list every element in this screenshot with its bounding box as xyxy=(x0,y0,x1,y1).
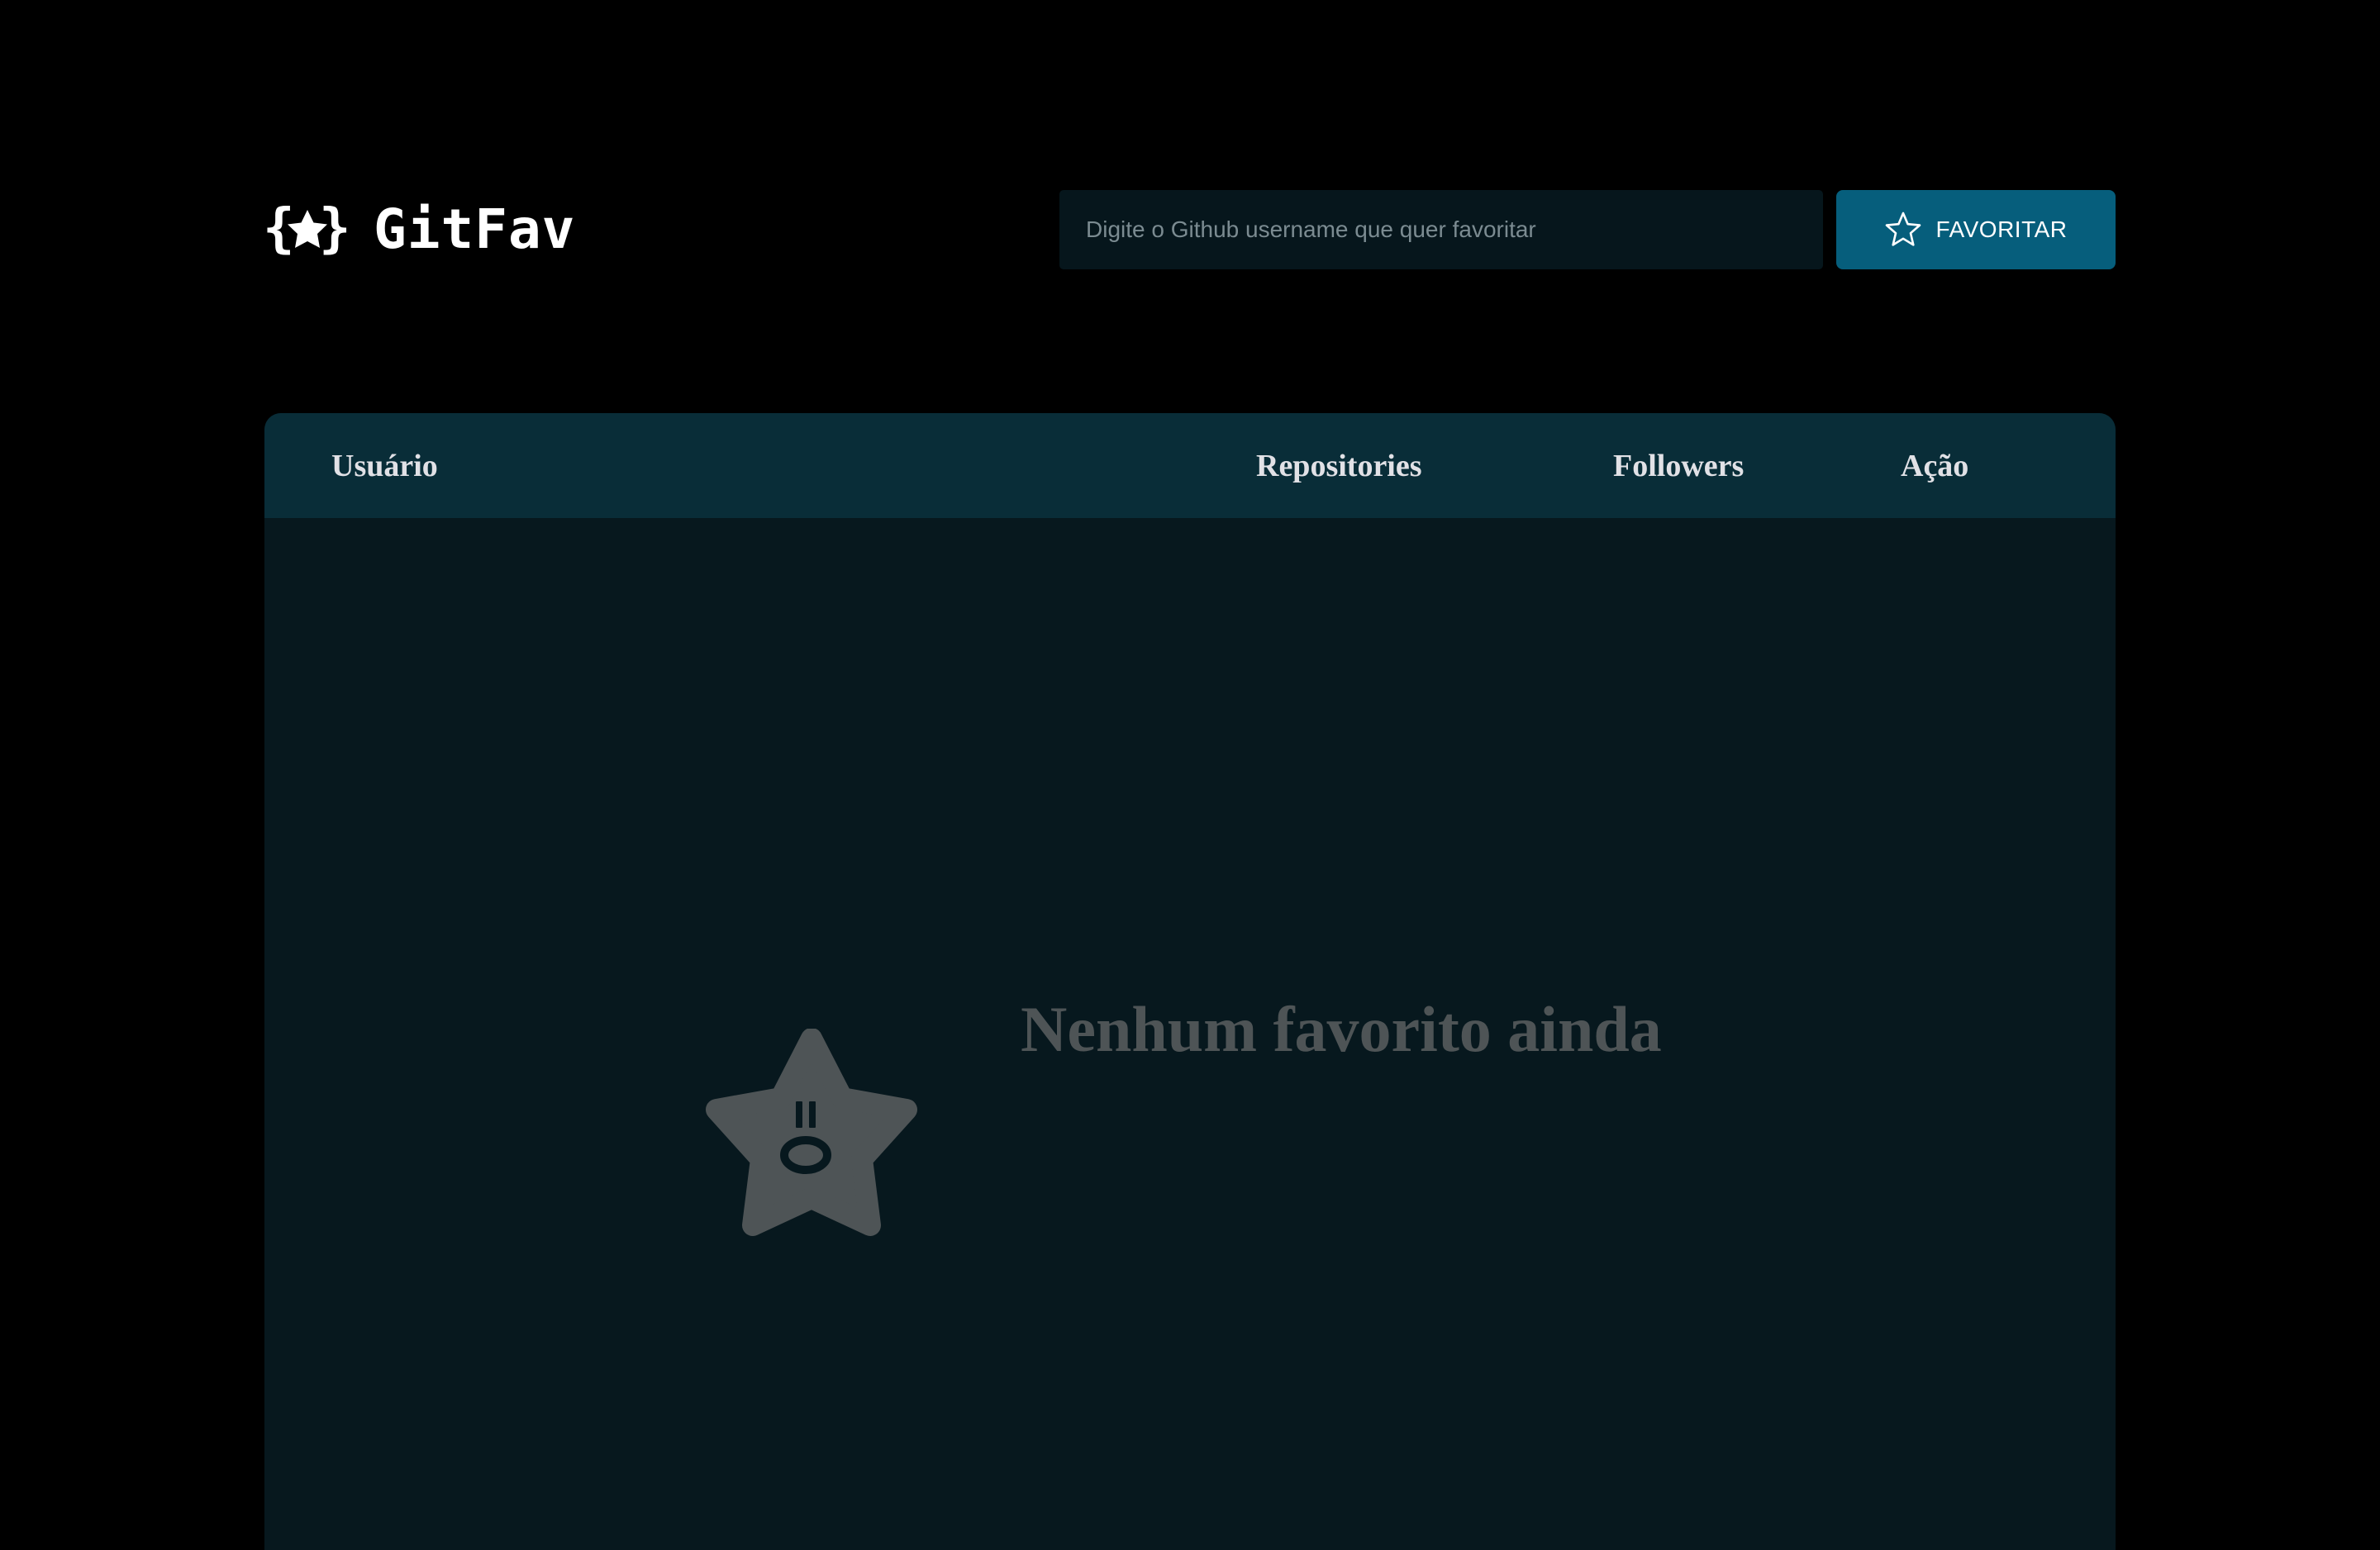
table-header: Usuário Repositories Followers Ação xyxy=(264,413,2116,518)
column-header-followers: Followers xyxy=(1613,448,1745,483)
favoritar-button[interactable]: FAVORITAR xyxy=(1836,190,2116,269)
empty-state-message: Nenhum favorito ainda xyxy=(1021,993,1662,1065)
star-outline-icon xyxy=(1886,212,1921,246)
svg-text:}: } xyxy=(319,200,351,259)
sad-star-icon xyxy=(706,1029,917,1236)
column-header-repositories: Repositories xyxy=(1256,448,1422,483)
empty-state: Nenhum favorito ainda xyxy=(264,518,2116,1550)
svg-text:{: { xyxy=(263,200,295,259)
header: { } GitFav FAVORITAR xyxy=(263,190,2116,269)
app-logo[interactable]: { } GitFav xyxy=(263,190,575,269)
column-header-acao: Ação xyxy=(1901,448,1969,483)
favorites-table: Usuário Repositories Followers Ação Nenh… xyxy=(264,413,2116,1550)
favoritar-button-label: FAVORITAR xyxy=(1935,216,2068,242)
github-username-input[interactable] xyxy=(1059,190,1823,269)
braces-star-icon: { } xyxy=(263,200,351,259)
app-name: GitFav xyxy=(374,197,576,261)
column-header-usuario: Usuário xyxy=(331,448,438,483)
